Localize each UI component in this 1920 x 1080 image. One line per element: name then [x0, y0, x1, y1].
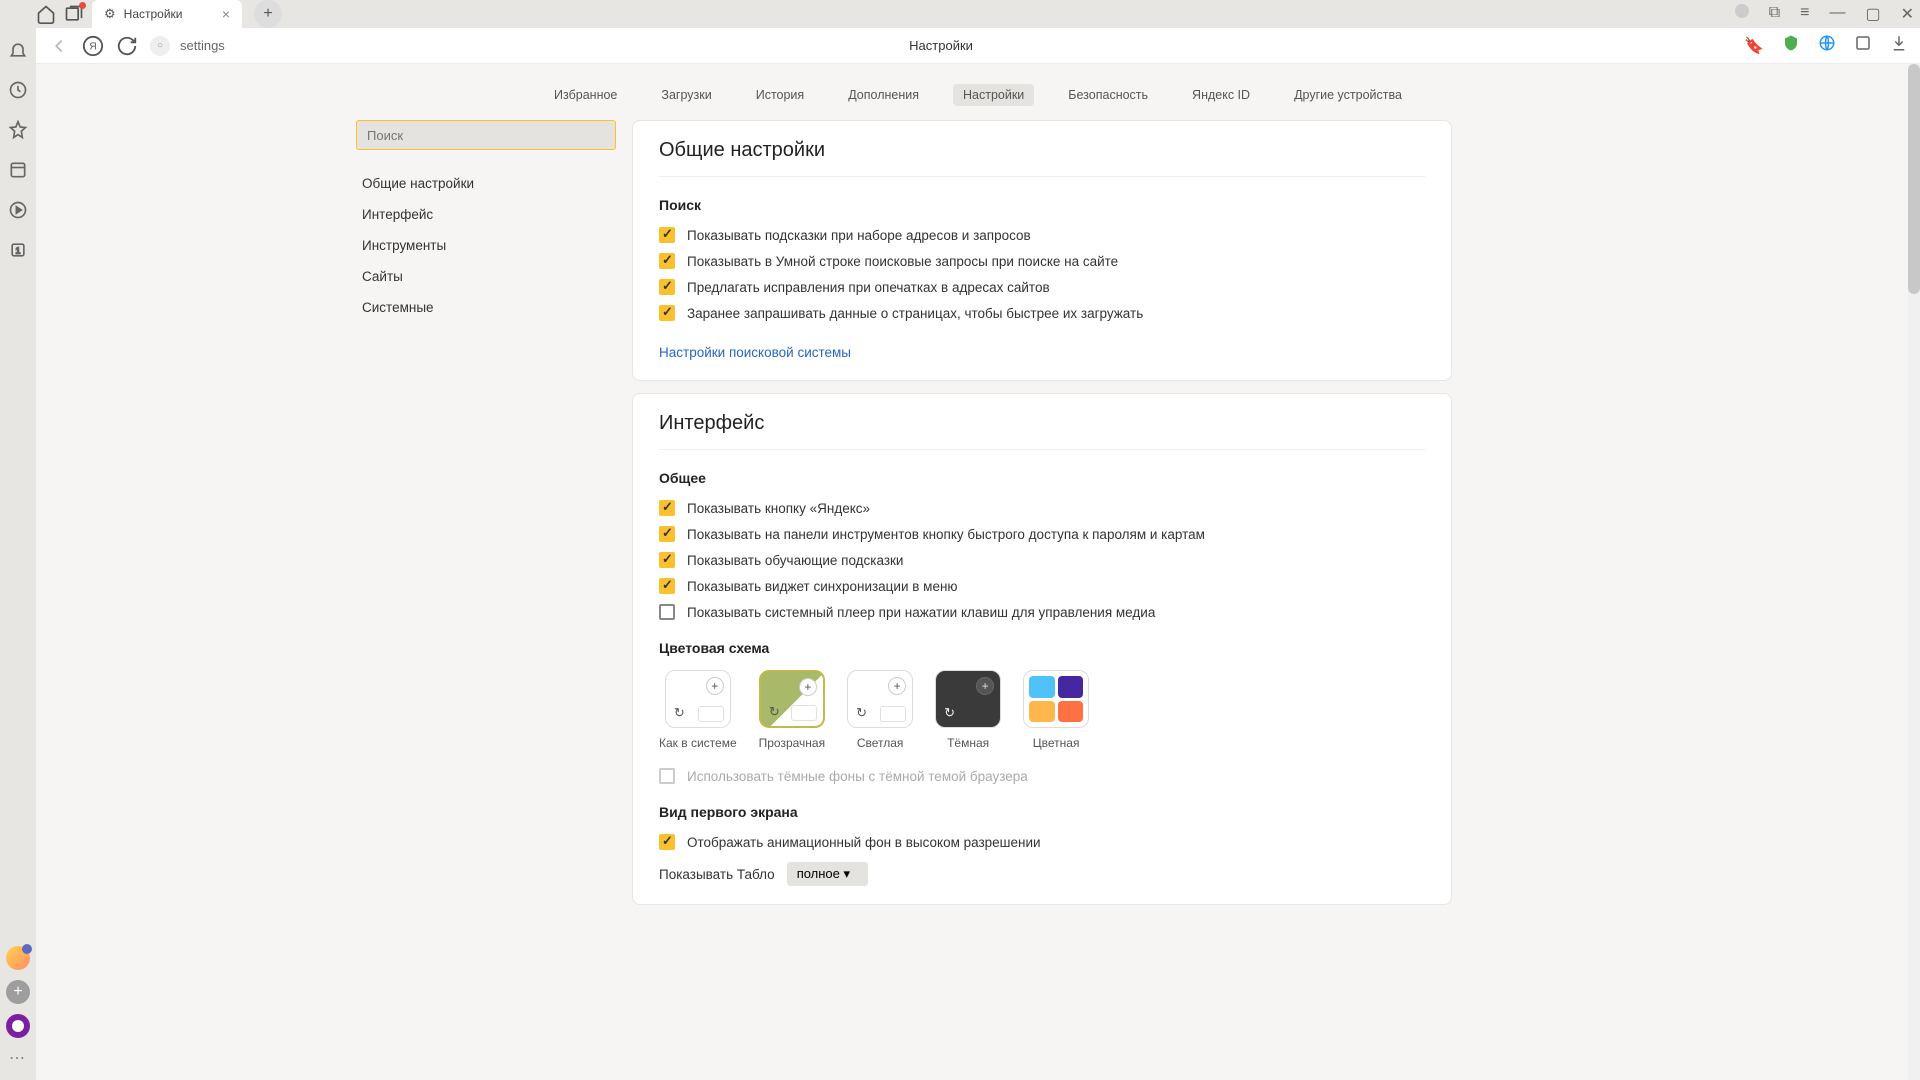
site-info-icon[interactable]: ○ — [150, 36, 170, 56]
reload-button[interactable] — [116, 35, 138, 57]
left-sidebar: 1 + ⋯ — [0, 0, 36, 1080]
checkbox-label: Показывать подсказки при наборе адресов … — [687, 228, 1031, 243]
gear-icon: ⚙ — [104, 6, 116, 22]
checkbox-label: Показывать системный плеер при нажатии к… — [687, 605, 1155, 620]
clock-icon[interactable] — [8, 80, 28, 100]
close-tab-icon[interactable]: × — [222, 6, 230, 22]
checkbox-label: Показывать на панели инструментов кнопку… — [687, 527, 1205, 542]
collections-icon[interactable] — [8, 160, 28, 180]
star-icon[interactable] — [8, 120, 28, 140]
address-text: settings — [180, 38, 225, 53]
theme-light[interactable]: +↻Светлая — [847, 670, 913, 750]
globe-icon[interactable] — [1818, 34, 1836, 57]
alisa-icon[interactable] — [6, 946, 30, 970]
maximize-icon[interactable]: ▢ — [1865, 4, 1880, 24]
square-one-icon[interactable]: 1 — [8, 240, 28, 260]
interface-card: Интерфейс Общее Показывать кнопку «Яндек… — [632, 393, 1452, 905]
back-button[interactable] — [48, 35, 70, 57]
new-tab-button[interactable]: + — [254, 0, 282, 28]
checkbox-label: Показывать обучающие подсказки — [687, 553, 903, 568]
checkbox[interactable] — [659, 227, 675, 243]
theme-dark[interactable]: +↻Тёмная — [935, 670, 1001, 750]
theme-picker: +↻Как в системе +↻Прозрачная +↻Светлая +… — [659, 670, 1425, 750]
topnav-item[interactable]: Дополнения — [838, 84, 929, 106]
shield-icon[interactable] — [1782, 34, 1800, 57]
browser-tab[interactable]: ⚙ Настройки × — [92, 0, 242, 28]
checkbox[interactable] — [659, 305, 675, 321]
topnav-item-active[interactable]: Настройки — [953, 84, 1034, 106]
checkbox-label: Показывать в Умной строке поисковые запр… — [687, 254, 1118, 269]
search-engine-link[interactable]: Настройки поисковой системы — [659, 345, 851, 360]
extensions-icon[interactable] — [1854, 34, 1872, 57]
section-title: Общие настройки — [659, 139, 1425, 177]
topnav-item[interactable]: Избранное — [544, 84, 627, 106]
general-settings-card: Общие настройки Поиск Показывать подсказ… — [632, 120, 1452, 381]
more-icon[interactable]: ⋯ — [9, 1048, 27, 1068]
leftnav-item[interactable]: Сайты — [356, 261, 616, 292]
leftnav-item[interactable]: Интерфейс — [356, 199, 616, 230]
address-bar[interactable]: ○ settings Настройки — [150, 36, 1732, 56]
address-toolbar: Я ○ settings Настройки 🔖 — [36, 28, 1920, 64]
checkbox-label: Отображать анимационный фон в высоком ра… — [687, 835, 1041, 850]
checkbox-disabled — [659, 768, 675, 784]
checkbox[interactable] — [659, 279, 675, 295]
page-content: Избранное Загрузки История Дополнения На… — [36, 64, 1920, 1080]
address-center: Настройки — [909, 38, 973, 53]
topnav-item[interactable]: Другие устройства — [1284, 84, 1412, 106]
checkbox[interactable] — [659, 500, 675, 516]
subsection-title: Цветовая схема — [659, 640, 1425, 656]
checkbox[interactable] — [659, 834, 675, 850]
copy-icon[interactable]: ⧉ — [1769, 4, 1780, 24]
bell-icon[interactable] — [8, 40, 28, 60]
top-nav: Избранное Загрузки История Дополнения На… — [36, 64, 1920, 120]
checkbox-label: Показывать кнопку «Яндекс» — [687, 501, 870, 516]
leftnav-item[interactable]: Общие настройки — [356, 168, 616, 199]
topnav-item[interactable]: Яндекс ID — [1182, 84, 1260, 106]
bookmark-icon[interactable]: 🔖 — [1744, 36, 1764, 56]
checkbox-label: Предлагать исправления при опечатках в а… — [687, 280, 1050, 295]
checkbox[interactable] — [659, 526, 675, 542]
checkbox-label: Показывать виджет синхронизации в меню — [687, 579, 958, 594]
home-icon[interactable] — [36, 4, 56, 24]
svg-text:1: 1 — [16, 245, 21, 255]
section-title: Интерфейс — [659, 412, 1425, 450]
topnav-item[interactable]: История — [746, 84, 814, 106]
checkbox[interactable] — [659, 253, 675, 269]
yandex-button[interactable]: Я — [82, 35, 104, 57]
theme-color[interactable]: Цветная — [1023, 670, 1089, 750]
theme-system[interactable]: +↻Как в системе — [659, 670, 737, 750]
topnav-item[interactable]: Безопасность — [1058, 84, 1158, 106]
leftnav-item[interactable]: Системные — [356, 292, 616, 323]
add-sidebar-button[interactable]: + — [6, 980, 30, 1004]
subsection-title: Поиск — [659, 197, 1425, 213]
checkbox[interactable] — [659, 552, 675, 568]
topnav-item[interactable]: Загрузки — [651, 84, 721, 106]
checkbox[interactable] — [659, 578, 675, 594]
play-icon[interactable] — [8, 200, 28, 220]
checkbox-label: Использовать тёмные фоны с тёмной темой … — [687, 769, 1028, 784]
leftnav-item[interactable]: Инструменты — [356, 230, 616, 261]
scrollbar-thumb[interactable] — [1908, 64, 1920, 294]
checkbox[interactable] — [659, 604, 675, 620]
checkbox-label: Заранее запрашивать данные о страницах, … — [687, 306, 1143, 321]
subsection-title: Общее — [659, 470, 1425, 486]
subsection-title: Вид первого экрана — [659, 804, 1425, 820]
select-label: Показывать Табло — [659, 867, 775, 882]
voice-icon[interactable] — [6, 1014, 30, 1038]
menu-icon[interactable]: ≡ — [1800, 4, 1809, 24]
downloads-icon[interactable] — [1890, 34, 1908, 57]
settings-left-nav: Общие настройки Интерфейс Инструменты Са… — [356, 168, 616, 323]
tab-title: Настройки — [124, 7, 183, 21]
title-bar: ⚙ Настройки × + ⧉ ≡ — ▢ ✕ — [0, 0, 1920, 28]
settings-search-input[interactable] — [356, 120, 616, 150]
tabs-icon[interactable] — [64, 4, 84, 24]
tablo-select[interactable]: полное ▾ — [787, 862, 868, 886]
theme-transparent[interactable]: +↻Прозрачная — [759, 670, 825, 750]
account-dot-icon[interactable] — [1735, 4, 1749, 18]
minimize-icon[interactable]: — — [1829, 4, 1845, 24]
close-window-icon[interactable]: ✕ — [1901, 4, 1914, 24]
svg-text:Я: Я — [89, 41, 96, 52]
